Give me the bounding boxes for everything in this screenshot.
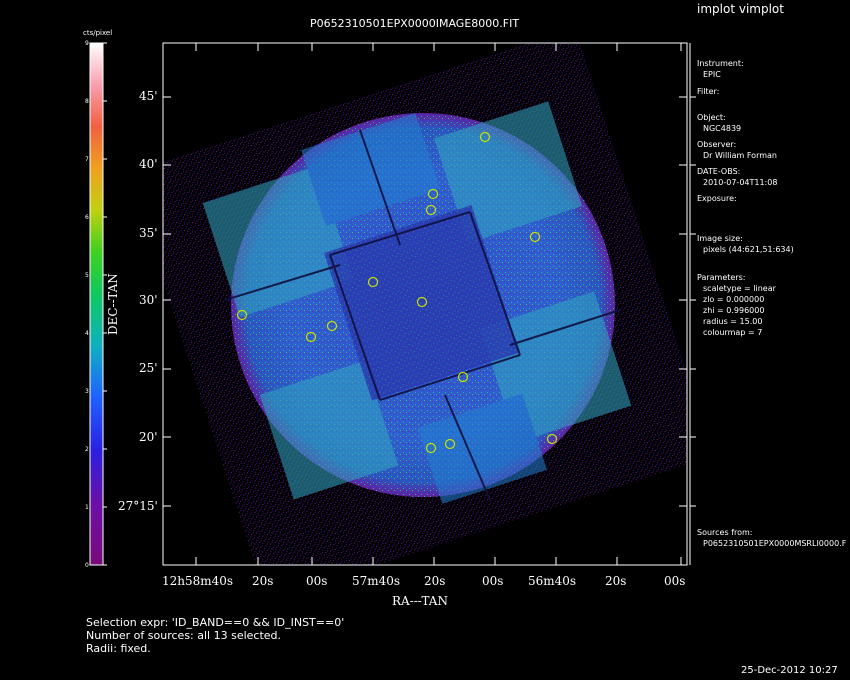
x-tick-label: 00s	[664, 574, 686, 588]
footer: Selection expr: 'ID_BAND==0 && ID_INST==…	[86, 616, 344, 655]
x-tick-label: 20s	[424, 574, 446, 588]
plot-title: P0652310501EPX0000IMAGE8000.FIT	[310, 17, 520, 30]
colorbar-tick-label: 4	[85, 330, 89, 337]
colorbar	[90, 43, 103, 565]
instrument-value: EPIC	[703, 70, 721, 79]
num-sources: Number of sources: all 13 selected.	[86, 629, 282, 642]
timestamp: 25-Dec-2012 10:27	[741, 665, 838, 676]
y-tick-label: 45'	[139, 89, 158, 103]
info-observer: Observer: Dr William Forman	[697, 139, 777, 161]
filter-label: Filter:	[697, 87, 720, 96]
y-tick-label: 25'	[139, 361, 158, 375]
xray-image	[163, 43, 687, 565]
exposure-label: Exposure:	[697, 194, 737, 203]
parameters-label: Parameters:	[697, 273, 746, 282]
info-object: Object: NGC4839	[697, 112, 741, 134]
radii-text: Radii: fixed.	[86, 642, 151, 655]
x-tick-label: 56m40s	[528, 574, 577, 588]
instrument-label: Instrument:	[697, 59, 744, 68]
y-tick-label: 27°15'	[118, 499, 158, 513]
selection-expr: Selection expr: 'ID_BAND==0 && ID_INST==…	[86, 616, 345, 629]
object-value: NGC4839	[703, 124, 742, 133]
info-imagesize: Image size: pixels (44:621,51:634)	[697, 233, 794, 255]
colorbar-tick-label: 7	[85, 156, 89, 163]
colorbar-tick-label: 9	[85, 40, 89, 47]
info-instrument: Instrument: EPIC	[697, 58, 744, 80]
x-tick-label: 20s	[605, 574, 627, 588]
y-tick-label: 20'	[139, 430, 158, 444]
x-tick-label: 20s	[252, 574, 274, 588]
colorbar-tick-label: 8	[85, 98, 89, 105]
colorbar-tick-label: 3	[85, 388, 89, 395]
y-tick-label: 30'	[139, 293, 158, 307]
colorbar-tick-label: 2	[85, 446, 89, 453]
observer-value: Dr William Forman	[703, 151, 777, 160]
colorbar-tick-label: 5	[85, 272, 89, 279]
y-tick-label: 40'	[139, 157, 158, 171]
x-axis-label: RA---TAN	[392, 594, 448, 608]
y-axis-label: DEC--TAN	[106, 273, 120, 335]
object-label: Object:	[697, 113, 726, 122]
imagesize-label: Image size:	[697, 234, 743, 243]
x-tick-label: 00s	[306, 574, 328, 588]
colorbar-tick-label: 1	[85, 504, 89, 511]
info-sources: Sources from: P0652310501EPX0000MSRLI000…	[697, 527, 846, 549]
param-scaletype: scaletype = linear	[703, 284, 776, 293]
y-tick-label: 35'	[139, 226, 158, 240]
imagesize-value: pixels (44:621,51:634)	[703, 245, 794, 254]
info-date: DATE-OBS: 2010-07-04T11:08	[697, 166, 777, 188]
x-tick-label: 00s	[482, 574, 504, 588]
date-label: DATE-OBS:	[697, 167, 741, 176]
colorbar-tick-label: 0	[85, 562, 89, 569]
date-value: 2010-07-04T11:08	[703, 178, 778, 187]
param-zlo: zlo = 0.000000	[703, 295, 765, 304]
sources-label: Sources from:	[697, 528, 753, 537]
x-tick-label: 57m40s	[352, 574, 401, 588]
param-colourmap: colourmap = 7	[703, 328, 763, 337]
param-radius: radius = 15.00	[703, 317, 763, 326]
info-parameters: Parameters: scaletype = linear zlo = 0.0…	[697, 272, 776, 338]
param-zhi: zhi = 0.996000	[703, 306, 765, 315]
sources-value: P0652310501EPX0000MSRLI0000.F	[703, 539, 847, 548]
colorbar-label: cts/pixel	[83, 29, 113, 37]
x-tick-label: 12h58m40s	[162, 574, 234, 588]
observer-label: Observer:	[697, 140, 737, 149]
colorbar-tick-label: 6	[85, 214, 89, 221]
app-title: implot vimplot	[697, 2, 784, 16]
